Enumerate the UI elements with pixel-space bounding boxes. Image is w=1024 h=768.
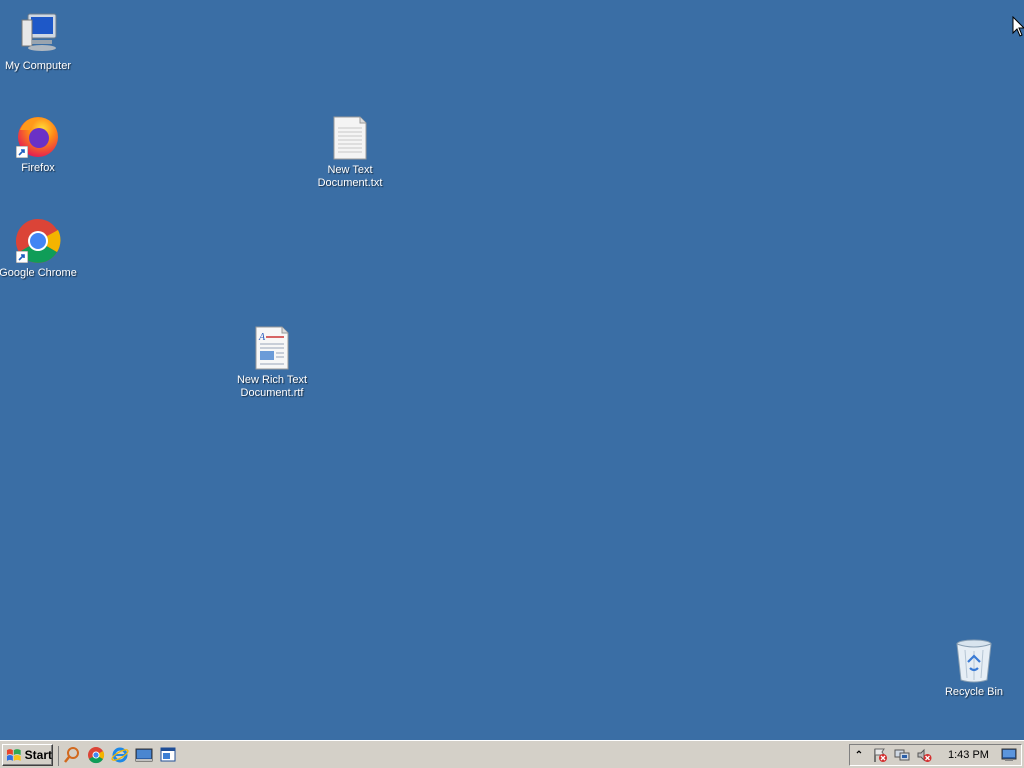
system-tray: ⌃ 1:43 PM: [849, 744, 1022, 766]
shortcut-arrow-icon: [16, 251, 28, 263]
desktop-icon-label: Google Chrome: [0, 267, 77, 279]
search-icon[interactable]: [63, 746, 81, 764]
desktop-icon-label: Firefox: [21, 162, 55, 174]
desktop-icon-label: New Text Document.txt: [317, 164, 383, 189]
desktop-icon-firefox[interactable]: Firefox: [0, 112, 78, 175]
mouse-cursor-icon: [1012, 16, 1024, 37]
desktop-icon-new-text-document[interactable]: New Text Document.txt: [310, 114, 390, 190]
firefox-icon: [14, 112, 62, 160]
windows-flag-icon: [6, 749, 21, 761]
desktop-icon-recycle-bin[interactable]: Recycle Bin: [934, 636, 1014, 699]
chrome-icon[interactable]: [87, 746, 105, 764]
volume-muted-icon[interactable]: [916, 747, 932, 763]
desktop-icon-label: Recycle Bin: [944, 686, 1004, 698]
tray-expand-button[interactable]: ⌃: [852, 746, 866, 764]
chrome-icon: [14, 217, 62, 265]
start-label: Start: [24, 748, 52, 762]
clock[interactable]: 1:43 PM: [948, 749, 989, 761]
rtf-file-icon: A: [248, 324, 296, 372]
recycle-bin-icon: [950, 636, 998, 684]
taskbar: Start ⌃ 1:43 PM: [0, 740, 1024, 768]
action-center-icon[interactable]: [872, 747, 888, 763]
svg-text:A: A: [258, 332, 266, 343]
desktop-icon-new-rich-text-document[interactable]: A New Rich Text Document.rtf: [232, 324, 312, 400]
desktop-icon-my-computer[interactable]: My Computer: [0, 10, 78, 73]
desktop: My Computer Firefox Google Chrome New Te…: [0, 0, 1024, 740]
network-icon[interactable]: [894, 747, 910, 763]
start-button[interactable]: Start: [2, 744, 53, 766]
computer-icon: [14, 10, 62, 58]
shortcut-arrow-icon: [16, 146, 28, 158]
internet-explorer-icon[interactable]: [111, 746, 129, 764]
desktop-icon-google-chrome[interactable]: Google Chrome: [0, 217, 78, 280]
desktop-icon-label: New Rich Text Document.rtf: [236, 374, 308, 399]
show-desktop-icon[interactable]: [135, 746, 153, 764]
window-switcher-icon[interactable]: [159, 746, 177, 764]
quick-launch-bar: [58, 746, 177, 766]
desktop-icon-label: My Computer: [4, 60, 72, 72]
show-desktop-icon[interactable]: [1001, 748, 1017, 762]
text-file-icon: [326, 114, 374, 162]
